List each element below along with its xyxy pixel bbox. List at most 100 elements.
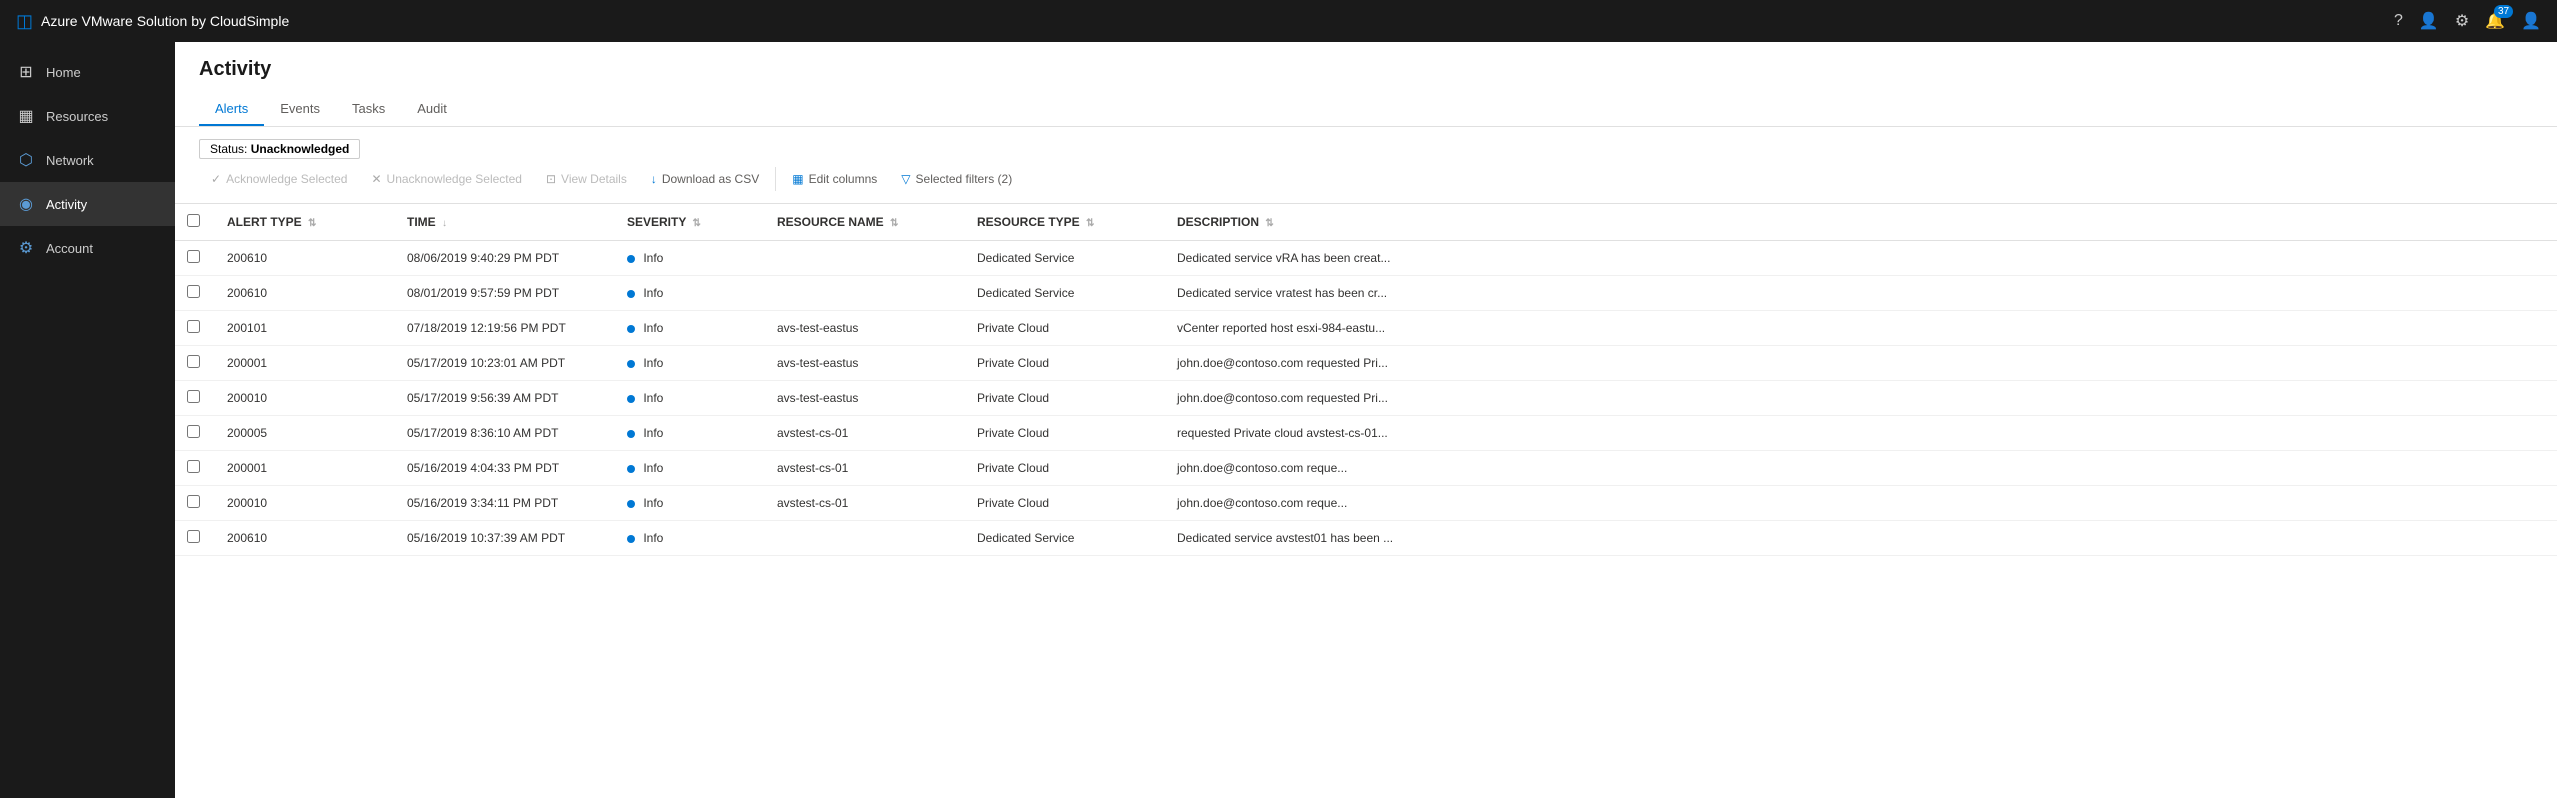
row-resource-name: avstest-cs-01 (765, 486, 965, 521)
sidebar-item-resources-label: Resources (46, 109, 108, 124)
col-header-time[interactable]: TIME ↓ (395, 204, 615, 241)
unacknowledge-btn[interactable]: ✕ Unacknowledge Selected (359, 167, 533, 191)
account-icon[interactable]: 👤 (2521, 11, 2541, 31)
topbar: ◫ Azure VMware Solution by CloudSimple ?… (0, 0, 2557, 42)
row-checkbox[interactable] (187, 250, 200, 263)
selected-filters-btn[interactable]: ▽ Selected filters (2) (889, 167, 1024, 191)
severity-dot (627, 500, 635, 508)
row-resource-name (765, 521, 965, 556)
row-resource-type: Dedicated Service (965, 521, 1165, 556)
row-alert-type: 200610 (215, 241, 395, 276)
view-details-btn[interactable]: ⊡ View Details (534, 167, 639, 191)
col-header-resource-name[interactable]: RESOURCE NAME ⇅ (765, 204, 965, 241)
col-header-description[interactable]: DESCRIPTION ⇅ (1165, 204, 2557, 241)
help-icon[interactable]: ? (2394, 12, 2403, 30)
table-row[interactable]: 200005 05/17/2019 8:36:10 AM PDT Info av… (175, 416, 2557, 451)
row-time: 05/17/2019 10:23:01 AM PDT (395, 346, 615, 381)
alerts-table-container: ALERT TYPE ⇅ TIME ↓ SEVERITY ⇅ RESOURC (175, 204, 2557, 798)
col-header-severity[interactable]: SEVERITY ⇅ (615, 204, 765, 241)
severity-dot (627, 395, 635, 403)
row-time: 05/17/2019 8:36:10 AM PDT (395, 416, 615, 451)
table-row[interactable]: 200010 05/17/2019 9:56:39 AM PDT Info av… (175, 381, 2557, 416)
table-row[interactable]: 200001 05/16/2019 4:04:33 PM PDT Info av… (175, 451, 2557, 486)
row-checkbox-cell[interactable] (175, 521, 215, 556)
row-checkbox[interactable] (187, 355, 200, 368)
sidebar-item-network[interactable]: ⬡ Network (0, 138, 175, 182)
severity-dot (627, 430, 635, 438)
view-details-label: View Details (561, 172, 627, 186)
main-content: Activity Alerts Events Tasks Audit Statu… (175, 42, 2557, 798)
sidebar-item-network-label: Network (46, 153, 94, 168)
download-icon: ↓ (651, 172, 657, 186)
filter-icon: ▽ (901, 172, 910, 186)
topbar-actions: ? 👤 ⚙ 🔔 37 👤 (2394, 11, 2541, 31)
sidebar-item-account[interactable]: ⚙ Account (0, 226, 175, 270)
sort-icon-resource-type: ⇅ (1086, 218, 1094, 229)
resources-icon: ▦ (16, 106, 36, 126)
sort-icon-alert-type: ⇅ (308, 218, 316, 229)
tab-tasks[interactable]: Tasks (336, 93, 401, 126)
row-resource-type: Private Cloud (965, 346, 1165, 381)
row-checkbox-cell[interactable] (175, 451, 215, 486)
col-header-alert-type[interactable]: ALERT TYPE ⇅ (215, 204, 395, 241)
settings-icon[interactable]: ⚙ (2455, 11, 2469, 31)
row-checkbox-cell[interactable] (175, 241, 215, 276)
notification-count: 37 (2494, 5, 2513, 18)
sidebar-item-home[interactable]: ⊞ Home (0, 50, 175, 94)
row-checkbox-cell[interactable] (175, 311, 215, 346)
row-time: 05/16/2019 4:04:33 PM PDT (395, 451, 615, 486)
row-description: Dedicated service vRA has been creat... (1165, 241, 2557, 276)
row-checkbox[interactable] (187, 460, 200, 473)
tab-alerts[interactable]: Alerts (199, 93, 264, 126)
unacknowledge-icon: ✕ (371, 172, 381, 186)
severity-dot (627, 290, 635, 298)
row-checkbox[interactable] (187, 495, 200, 508)
row-time: 08/01/2019 9:57:59 PM PDT (395, 276, 615, 311)
table-row[interactable]: 200610 08/01/2019 9:57:59 PM PDT Info De… (175, 276, 2557, 311)
account-settings-icon: ⚙ (16, 238, 36, 258)
table-header-row: ALERT TYPE ⇅ TIME ↓ SEVERITY ⇅ RESOURC (175, 204, 2557, 241)
select-all-header (175, 204, 215, 241)
row-checkbox[interactable] (187, 390, 200, 403)
row-checkbox-cell[interactable] (175, 486, 215, 521)
row-description: john.doe@contoso.com reque... (1165, 486, 2557, 521)
notification-bell[interactable]: 🔔 37 (2485, 11, 2505, 31)
tab-events[interactable]: Events (264, 93, 336, 126)
toolbar-divider (775, 167, 776, 191)
row-alert-type: 200101 (215, 311, 395, 346)
tab-audit[interactable]: Audit (401, 93, 463, 126)
table-row[interactable]: 200001 05/17/2019 10:23:01 AM PDT Info a… (175, 346, 2557, 381)
row-severity: Info (615, 276, 765, 311)
edit-columns-btn[interactable]: ▦ Edit columns (780, 167, 889, 191)
row-checkbox-cell[interactable] (175, 346, 215, 381)
user-icon[interactable]: 👤 (2419, 11, 2439, 31)
acknowledge-btn[interactable]: ✓ Acknowledge Selected (199, 167, 359, 191)
sidebar-item-activity[interactable]: ◉ Activity (0, 182, 175, 226)
row-checkbox-cell[interactable] (175, 276, 215, 311)
sort-icon-time: ↓ (442, 218, 447, 229)
select-all-checkbox[interactable] (187, 214, 200, 227)
status-filter-badge[interactable]: Status: Unacknowledged (199, 139, 360, 159)
download-csv-btn[interactable]: ↓ Download as CSV (639, 167, 771, 191)
row-alert-type: 200610 (215, 276, 395, 311)
table-row[interactable]: 200610 08/06/2019 9:40:29 PM PDT Info De… (175, 241, 2557, 276)
row-checkbox[interactable] (187, 320, 200, 333)
table-row[interactable]: 200101 07/18/2019 12:19:56 PM PDT Info a… (175, 311, 2557, 346)
sidebar-item-resources[interactable]: ▦ Resources (0, 94, 175, 138)
row-description: vCenter reported host esxi-984-eastu... (1165, 311, 2557, 346)
row-time: 05/16/2019 10:37:39 AM PDT (395, 521, 615, 556)
row-checkbox-cell[interactable] (175, 416, 215, 451)
brand-label: Azure VMware Solution by CloudSimple (41, 13, 289, 29)
row-checkbox[interactable] (187, 530, 200, 543)
row-severity: Info (615, 486, 765, 521)
row-checkbox-cell[interactable] (175, 381, 215, 416)
page-title: Activity (199, 58, 2533, 81)
row-resource-name: avstest-cs-01 (765, 416, 965, 451)
table-body: 200610 08/06/2019 9:40:29 PM PDT Info De… (175, 241, 2557, 556)
table-row[interactable]: 200010 05/16/2019 3:34:11 PM PDT Info av… (175, 486, 2557, 521)
acknowledge-label: Acknowledge Selected (226, 172, 347, 186)
table-row[interactable]: 200610 05/16/2019 10:37:39 AM PDT Info D… (175, 521, 2557, 556)
col-header-resource-type[interactable]: RESOURCE TYPE ⇅ (965, 204, 1165, 241)
row-checkbox[interactable] (187, 285, 200, 298)
row-checkbox[interactable] (187, 425, 200, 438)
